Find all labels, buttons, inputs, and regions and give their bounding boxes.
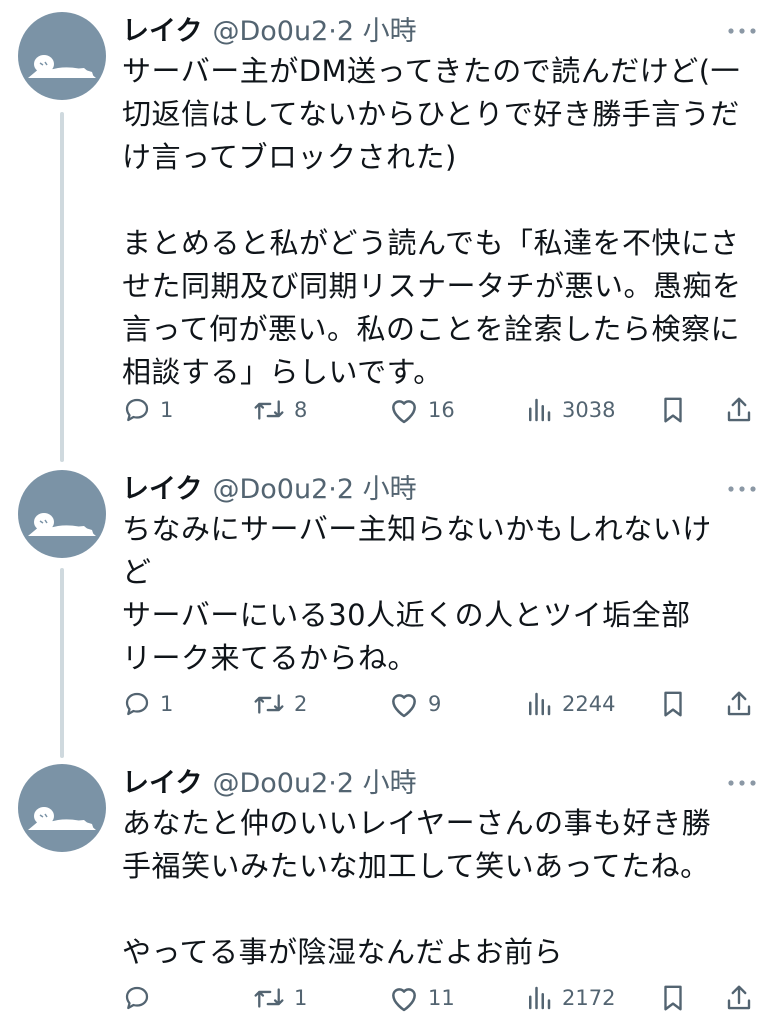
bookmark-icon	[664, 397, 682, 423]
action-bar: 1 2 9 2244	[0, 684, 775, 724]
like-button[interactable]: 11	[388, 978, 455, 1018]
avatar[interactable]	[18, 764, 106, 852]
tweet-text: サーバー主がDM送ってきたので読んだけど(一 切返信はしてないからひとりで好き勝…	[122, 54, 742, 389]
retweet-count: 2	[294, 692, 308, 716]
reply-icon	[125, 692, 149, 716]
tweet-header: レイク @Do0u2·2 小時	[122, 766, 417, 802]
bookmark-icon	[664, 691, 682, 717]
reply-icon	[125, 398, 149, 422]
bookmark-button[interactable]	[658, 390, 688, 430]
reply-count: 1	[160, 692, 174, 716]
handle-time[interactable]: @Do0u2·2 小時	[212, 16, 416, 47]
reply-count: 1	[160, 398, 174, 422]
reply-icon	[125, 986, 149, 1010]
retweet-icon	[254, 988, 284, 1008]
more-icon[interactable]	[727, 778, 757, 788]
retweet-icon	[254, 694, 284, 714]
tweet-header: レイク @Do0u2·2 小時	[122, 472, 417, 508]
retweet-button[interactable]: 1	[252, 978, 307, 1018]
avatar[interactable]	[18, 12, 106, 100]
bookmark-button[interactable]	[658, 684, 688, 724]
tweet[interactable]: レイク @Do0u2·2 小時 ちなみにサーバー主知らないかもしれないけ ど サー…	[0, 470, 775, 730]
views-button[interactable]: 2244	[524, 684, 615, 724]
retweet-button[interactable]: 2	[252, 684, 307, 724]
avatar[interactable]	[18, 470, 106, 558]
share-button[interactable]	[724, 978, 754, 1018]
action-bar: 1 8 16 3038	[0, 390, 775, 430]
views-button[interactable]: 3038	[524, 390, 615, 430]
handle-time[interactable]: @Do0u2·2 小時	[212, 474, 416, 505]
tweet-text: あなたと仲のいいレイヤーさんの事も好き勝 手福笑いみたいな加工して笑いあってたね…	[122, 806, 712, 969]
display-name[interactable]: レイク	[122, 768, 202, 799]
more-icon[interactable]	[727, 26, 757, 36]
handle-time[interactable]: @Do0u2·2 小時	[212, 768, 416, 799]
share-icon	[727, 691, 751, 716]
bookmark-icon	[664, 985, 682, 1011]
action-bar: 1 11 2172	[0, 978, 775, 1018]
display-name[interactable]: レイク	[122, 16, 202, 47]
reply-button[interactable]: 1	[122, 684, 173, 724]
avatar-illustration-icon	[28, 513, 96, 536]
display-name[interactable]: レイク	[122, 474, 202, 505]
tweet[interactable]: レイク @Do0u2·2 小時 あなたと仲のいいレイヤーさんの事も好き勝 手福笑い…	[0, 764, 775, 1024]
views-icon	[529, 986, 551, 1010]
like-button[interactable]: 9	[388, 684, 441, 724]
retweet-button[interactable]: 8	[252, 390, 307, 430]
views-icon	[529, 692, 551, 716]
tweet[interactable]: レイク @Do0u2·2 小時 サーバー主がDM送ってきたので読んだけど(一 切返…	[0, 12, 775, 452]
views-count: 3038	[562, 398, 616, 422]
share-icon	[727, 397, 751, 422]
avatar-illustration-icon	[28, 55, 96, 78]
views-icon	[529, 398, 551, 422]
tweet-text: ちなみにサーバー主知らないかもしれないけ ど サーバーにいる30人近くの人とツイ…	[122, 512, 712, 675]
reply-button[interactable]	[122, 978, 160, 1018]
views-button[interactable]: 2172	[524, 978, 615, 1018]
reply-button[interactable]: 1	[122, 390, 173, 430]
retweet-count: 1	[294, 986, 308, 1010]
tweet-header: レイク @Do0u2·2 小時	[122, 14, 417, 50]
heart-icon	[392, 988, 416, 1012]
like-count: 9	[428, 692, 442, 716]
more-icon[interactable]	[727, 484, 757, 494]
views-count: 2244	[562, 692, 616, 716]
bookmark-button[interactable]	[658, 978, 688, 1018]
views-count: 2172	[562, 986, 616, 1010]
heart-icon	[392, 400, 416, 424]
share-icon	[727, 985, 751, 1010]
share-button[interactable]	[724, 390, 754, 430]
retweet-count: 8	[294, 398, 308, 422]
like-count: 16	[428, 398, 455, 422]
heart-icon	[392, 694, 416, 718]
avatar-illustration-icon	[28, 807, 96, 830]
like-button[interactable]: 16	[388, 390, 455, 430]
share-button[interactable]	[724, 684, 754, 724]
like-count: 11	[428, 986, 455, 1010]
retweet-icon	[254, 400, 284, 420]
